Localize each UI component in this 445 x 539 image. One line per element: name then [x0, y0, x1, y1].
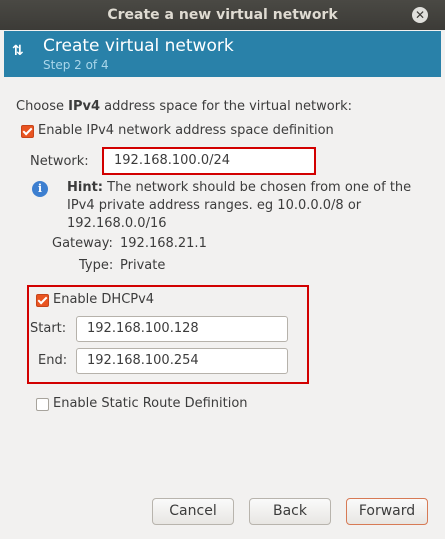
- enable-dhcp-label[interactable]: Enable DHCPv4: [53, 292, 154, 307]
- intro-prefix: Choose: [16, 99, 69, 114]
- window-titlebar: Create a new virtual network: [0, 0, 445, 30]
- dhcp-end-input[interactable]: 192.168.100.254: [76, 348, 288, 374]
- close-icon[interactable]: ✕: [412, 7, 428, 23]
- type-value: Private: [120, 258, 166, 273]
- static-route-label[interactable]: Enable Static Route Definition: [53, 396, 248, 411]
- type-label: Type:: [79, 258, 114, 273]
- enable-ipv4-checkbox[interactable]: [21, 125, 34, 138]
- back-button[interactable]: Back: [249, 498, 331, 525]
- intro-text: Choose IPv4 address space for the virtua…: [16, 99, 352, 114]
- enable-ipv4-label[interactable]: Enable IPv4 network address space defini…: [38, 123, 334, 138]
- network-label: Network:: [30, 154, 89, 169]
- header-step: Step 2 of 4: [43, 58, 109, 72]
- gateway-label: Gateway:: [52, 236, 113, 251]
- hint-text: Hint: The network should be chosen from …: [67, 179, 427, 233]
- info-icon: i: [32, 181, 48, 197]
- network-input[interactable]: 192.168.100.0/24: [104, 149, 314, 173]
- intro-suffix: address space for the virtual network:: [100, 99, 352, 114]
- forward-button[interactable]: Forward: [346, 498, 428, 525]
- hint-bold: Hint:: [67, 180, 104, 195]
- static-route-checkbox[interactable]: [36, 398, 49, 411]
- gateway-value: 192.168.21.1: [120, 236, 207, 251]
- dhcp-end-label: End:: [38, 353, 68, 368]
- cancel-button[interactable]: Cancel: [152, 498, 234, 525]
- dhcp-start-input[interactable]: 192.168.100.128: [76, 316, 288, 342]
- window-title: Create a new virtual network: [107, 7, 338, 23]
- enable-dhcp-checkbox[interactable]: [36, 294, 49, 307]
- hint-body: The network should be chosen from one of…: [67, 180, 412, 231]
- network-arrows-icon: ⇅: [12, 43, 24, 59]
- dhcp-start-label: Start:: [30, 321, 67, 336]
- header-title: Create virtual network: [43, 36, 234, 56]
- wizard-header: ⇅ Create virtual network Step 2 of 4: [4, 31, 441, 77]
- intro-bold: IPv4: [68, 99, 101, 114]
